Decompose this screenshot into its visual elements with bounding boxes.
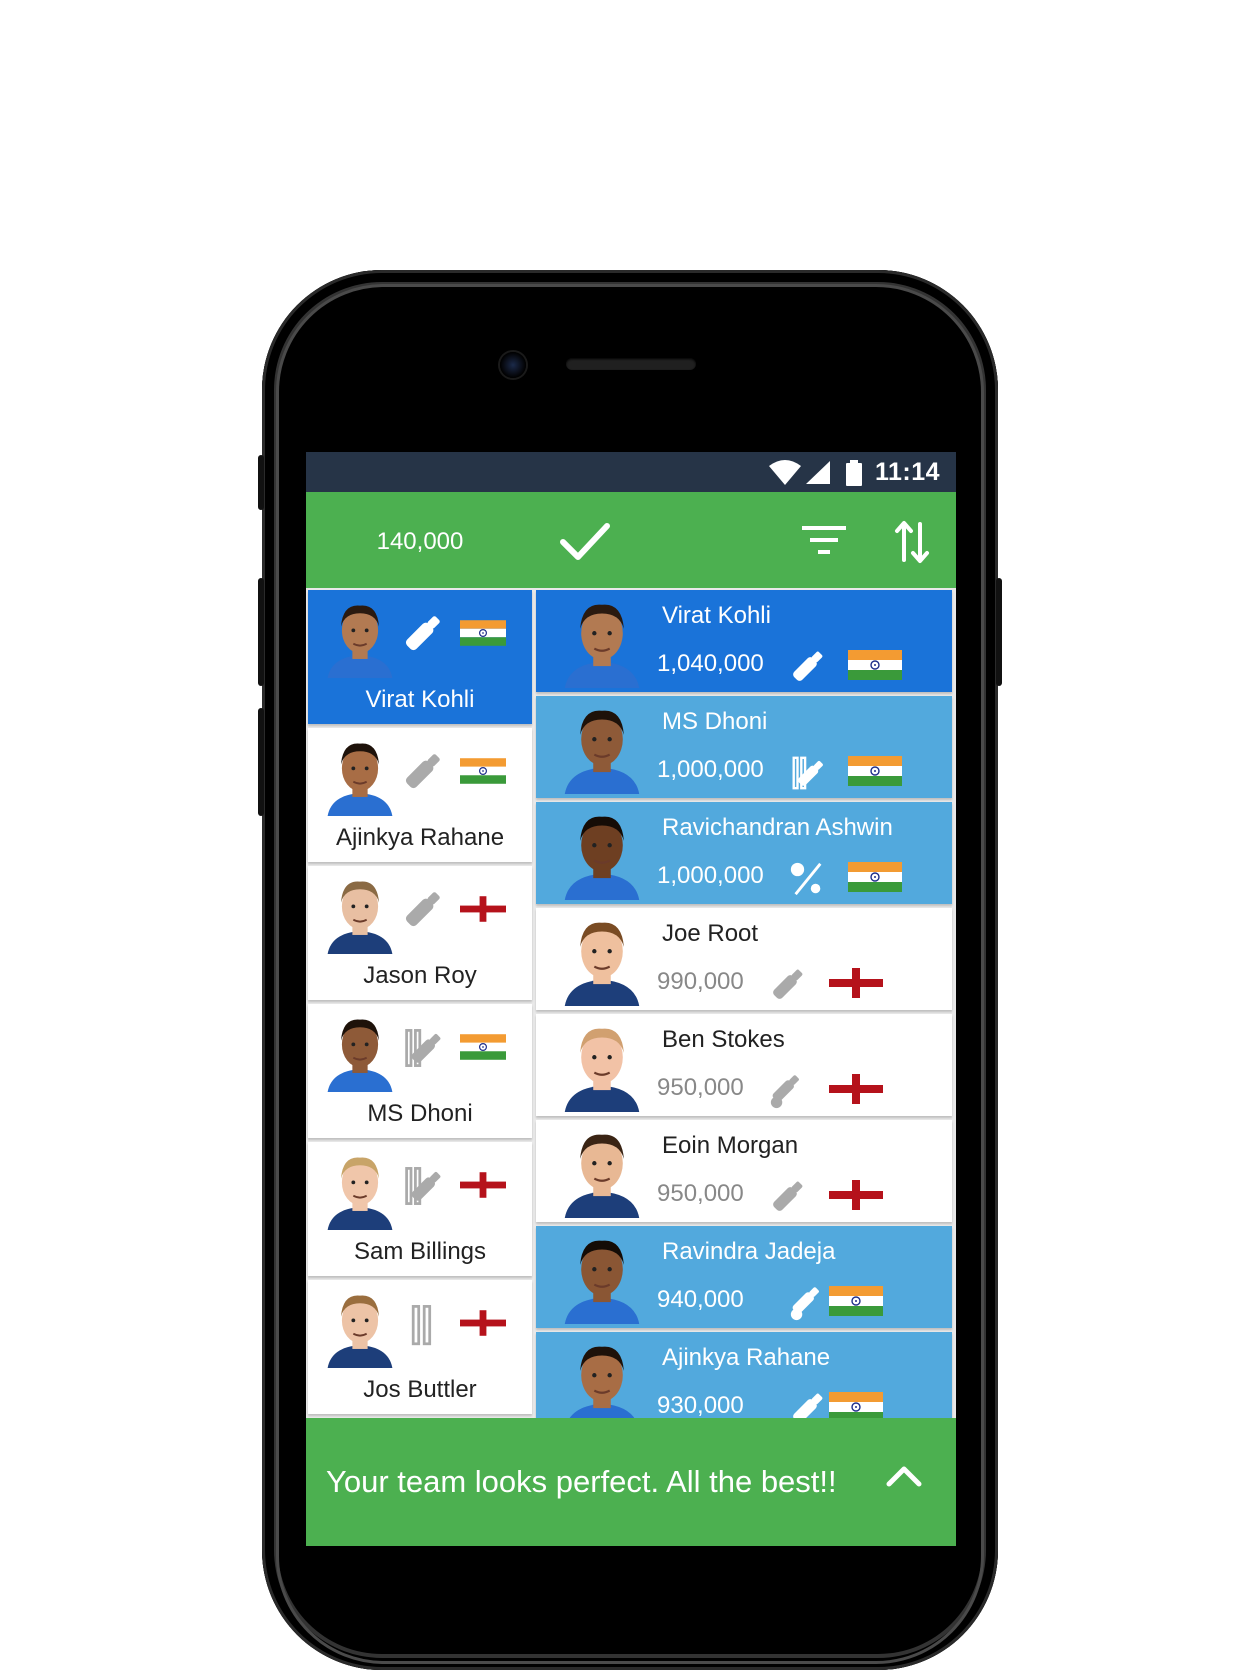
bat-icon	[773, 969, 803, 999]
wicketkeeper-bat-icon	[405, 1167, 441, 1205]
selected-player-card[interactable]: Jason Roy	[308, 866, 532, 1000]
wicket-icon	[411, 1305, 432, 1346]
england-flag-icon	[460, 1172, 506, 1198]
player-row[interactable]: Ben Stokes 950,000	[536, 1014, 952, 1116]
selected-player-card[interactable]: Jos Buttler	[308, 1280, 532, 1414]
player-photo	[564, 1134, 640, 1218]
player-row[interactable]: Virat Kohli 1,040,000	[536, 590, 952, 692]
player-price: 940,000	[657, 1286, 744, 1313]
signal-icon	[806, 461, 830, 484]
india-flag-icon	[460, 1034, 506, 1060]
india-flag-icon	[848, 756, 902, 786]
app-screen: 11:14 140,000 Virat Kohli Ajinkya Rahane J…	[306, 452, 956, 1546]
player-photo	[564, 816, 640, 900]
england-flag-icon	[460, 1310, 506, 1336]
bat-icon	[405, 892, 440, 927]
england-flag-icon	[460, 896, 506, 922]
player-name: Joe Root	[662, 920, 759, 947]
india-flag-icon	[829, 1286, 883, 1316]
player-photo	[327, 1295, 393, 1368]
player-price: 1,000,000	[657, 862, 764, 889]
england-flag-icon	[829, 1074, 883, 1104]
player-photo	[564, 1346, 640, 1430]
player-photo	[327, 881, 393, 954]
selected-player-name: Sam Billings	[353, 1238, 487, 1265]
player-price: 990,000	[657, 968, 744, 995]
player-name: Virat Kohli	[662, 602, 771, 629]
player-photo	[564, 1028, 640, 1112]
check-icon[interactable]	[560, 522, 610, 562]
selected-player-name: MS Dhoni	[367, 1100, 473, 1127]
team-status-bar[interactable]: Your team looks perfect. All the best!!	[306, 1418, 956, 1546]
team-status-message: Your team looks perfect. All the best!!	[326, 1464, 837, 1499]
player-name: MS Dhoni	[662, 708, 768, 735]
india-flag-icon	[848, 862, 902, 892]
player-photo	[327, 1019, 393, 1092]
selected-player-card[interactable]: Sam Billings	[308, 1142, 532, 1276]
bat-icon	[405, 754, 440, 789]
player-pool-list: Virat Kohli 1,040,000 MS Dhoni 1,000,000 Rav…	[536, 590, 952, 1438]
wicketkeeper-bat-icon	[792, 756, 823, 790]
selected-player-card[interactable]: Ajinkya Rahane	[308, 728, 532, 862]
bat-icon	[405, 616, 440, 651]
player-photo	[327, 743, 393, 816]
bowler-icon	[790, 862, 822, 896]
allrounder-icon	[770, 1075, 799, 1109]
india-flag-icon	[848, 650, 902, 680]
wicketkeeper-bat-icon	[405, 1029, 441, 1067]
player-price: 950,000	[657, 1074, 744, 1101]
player-photo	[564, 604, 640, 688]
player-name: Ravindra Jadeja	[662, 1238, 836, 1265]
player-photo	[564, 922, 640, 1006]
clock: 11:14	[874, 458, 940, 486]
player-photo	[327, 1157, 393, 1230]
selected-player-name: Ajinkya Rahane	[335, 824, 505, 851]
power-button	[996, 578, 1002, 686]
player-row[interactable]: Ravichandran Ashwin 1,000,000	[536, 802, 952, 904]
selected-team-list: Virat Kohli Ajinkya Rahane Jason Roy MS Dho…	[308, 590, 532, 1418]
player-row[interactable]: Ravindra Jadeja 940,000	[536, 1226, 952, 1328]
remaining-budget: 140,000	[376, 528, 464, 555]
player-photo	[564, 1240, 640, 1324]
volume-up-button	[258, 578, 264, 686]
sort-icon[interactable]	[894, 520, 930, 564]
player-row[interactable]: MS Dhoni 1,000,000	[536, 696, 952, 798]
player-name: Ravichandran Ashwin	[662, 814, 893, 841]
player-photo	[564, 710, 640, 794]
england-flag-icon	[829, 968, 883, 998]
player-price: 950,000	[657, 1180, 744, 1207]
battery-icon	[846, 460, 862, 486]
bat-icon	[793, 651, 823, 681]
player-row[interactable]: Eoin Morgan 950,000	[536, 1120, 952, 1222]
player-price: 930,000	[657, 1392, 744, 1419]
player-name: Eoin Morgan	[662, 1132, 799, 1159]
player-name: Ajinkya Rahane	[662, 1344, 831, 1371]
front-camera	[500, 352, 526, 378]
india-flag-icon	[460, 758, 506, 784]
england-flag-icon	[829, 1180, 883, 1210]
selected-player-card[interactable]: Virat Kohli	[308, 590, 532, 724]
selected-player-card[interactable]: MS Dhoni	[308, 1004, 532, 1138]
mute-switch	[258, 455, 264, 510]
player-row[interactable]: Joe Root 990,000	[536, 908, 952, 1010]
bat-icon	[773, 1181, 803, 1211]
wifi-icon	[769, 460, 801, 485]
india-flag-icon	[460, 620, 506, 646]
selected-player-name: Virat Kohli	[365, 686, 475, 713]
player-price: 1,040,000	[657, 650, 764, 677]
app-bar: 140,000	[306, 492, 956, 588]
player-photo	[327, 605, 393, 678]
filter-icon[interactable]	[802, 526, 846, 556]
selected-player-name: Jason Roy	[363, 962, 477, 989]
volume-down-button	[258, 708, 264, 816]
status-bar: 11:14	[306, 452, 956, 492]
player-price: 1,000,000	[657, 756, 764, 783]
allrounder-icon	[790, 1287, 819, 1321]
selected-player-name: Jos Buttler	[363, 1376, 477, 1403]
player-name: Ben Stokes	[662, 1026, 785, 1053]
earpiece-speaker	[566, 358, 696, 370]
chevron-up-icon[interactable]	[886, 1464, 922, 1488]
